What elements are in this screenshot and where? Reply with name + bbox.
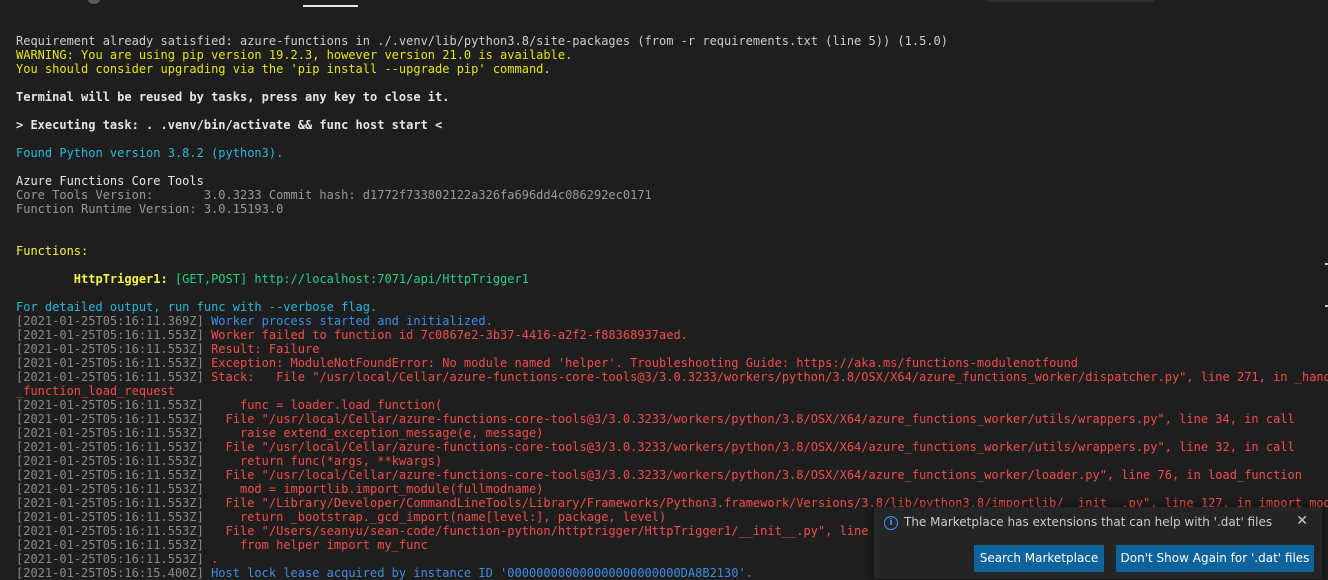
log-message: File "/usr/local/Cellar/azure-functions-…: [203, 412, 1295, 426]
log-line: [2021-01-25T05:16:11.553Z] Worker failed…: [16, 328, 1326, 342]
log-message: Result: Failure: [203, 342, 320, 356]
log-timestamp: [2021-01-25T05:16:11.553Z]: [16, 552, 204, 566]
log-timestamp: [2021-01-25T05:16:11.553Z]: [16, 510, 204, 524]
log-line: [2021-01-25T05:16:11.553Z] Stack: File "…: [16, 370, 1328, 384]
log-line: [2021-01-25T05:16:11.553Z] File "/usr/lo…: [16, 440, 1326, 454]
log-line: [2021-01-25T05:16:11.553Z] Result: Failu…: [16, 342, 1326, 356]
log-message: Stack: File "/usr/local/Cellar/azure-fun…: [203, 370, 1328, 384]
log-message: Host lock lease acquired by instance ID …: [203, 566, 753, 580]
terminal-line: Requirement already satisfied: azure-fun…: [16, 34, 948, 48]
log-line: [2021-01-25T05:16:11.369Z] Worker proces…: [16, 314, 1326, 328]
log-timestamp: [2021-01-25T05:16:11.553Z]: [16, 538, 204, 552]
log-message: _function_load_request: [16, 384, 175, 398]
search-marketplace-button[interactable]: Search Marketplace: [974, 545, 1104, 572]
log-timestamp: [2021-01-25T05:16:11.553Z]: [16, 342, 204, 356]
dont-show-again-button[interactable]: Don't Show Again for '.dat' files: [1116, 545, 1314, 572]
log-timestamp: [2021-01-25T05:16:11.553Z]: [16, 356, 204, 370]
log-message: raise extend_exception_message(e, messag…: [203, 426, 544, 440]
log-timestamp: [2021-01-25T05:16:11.553Z]: [16, 412, 204, 426]
log-timestamp: [2021-01-25T05:16:11.553Z]: [16, 328, 204, 342]
log-message: return func(*args, **kwargs): [203, 454, 443, 468]
close-icon[interactable]: ✕: [1296, 513, 1308, 529]
log-timestamp: [2021-01-25T05:16:11.553Z]: [16, 398, 204, 412]
log-message: func = loader.load_function(: [203, 398, 443, 412]
log-message: return _bootstrap._gcd_import(name[level…: [203, 510, 667, 524]
terminal-output[interactable]: Requirement already satisfied: azure-fun…: [16, 34, 1328, 580]
log-line: [2021-01-25T05:16:11.553Z] func = loader…: [16, 398, 1326, 412]
log-message: Worker failed to function id 7c0867e2-3b…: [203, 328, 688, 342]
tab-close-dot[interactable]: [88, 0, 100, 4]
log-message: mod = importlib.import_module(fullmodnam…: [203, 482, 544, 496]
terminal-selector[interactable]: [987, 0, 1155, 2]
log-timestamp: [2021-01-25T05:16:15.400Z]: [16, 566, 204, 580]
log-message: from helper import my_func: [203, 538, 428, 552]
log-line: _function_load_request: [16, 384, 1326, 398]
log-message: Worker process started and initialized.: [203, 314, 493, 328]
log-timestamp: [2021-01-25T05:16:11.553Z]: [16, 426, 204, 440]
terminal-line: Function Runtime Version: 3.0.15193.0: [16, 202, 284, 216]
terminal-line: Functions:: [16, 244, 89, 258]
notification-message: The Marketplace has extensions that can …: [904, 515, 1273, 529]
terminal-line: For detailed output, run func with --ver…: [16, 300, 378, 314]
log-timestamp: [2021-01-25T05:16:11.553Z]: [16, 370, 204, 384]
log-timestamp: [2021-01-25T05:16:11.553Z]: [16, 496, 204, 510]
terminal-line: HttpTrigger1: [GET,POST] http://localhos…: [16, 272, 1326, 286]
info-icon: i: [884, 516, 898, 530]
log-line: [2021-01-25T05:16:11.553Z] Exception: Mo…: [16, 356, 1326, 370]
function-url-link[interactable]: http://localhost:7071/api/HttpTrigger1: [254, 272, 529, 286]
log-timestamp: [2021-01-25T05:16:11.553Z]: [16, 468, 204, 482]
log-line: [2021-01-25T05:16:11.553Z] raise extend_…: [16, 426, 1326, 440]
terminal-line: Azure Functions Core Tools: [16, 174, 204, 188]
log-message: Exception: ModuleNotFoundError: No modul…: [203, 356, 1079, 370]
log-line: [2021-01-25T05:16:11.553Z] File "/usr/lo…: [16, 468, 1326, 482]
log-message: File "/usr/local/Cellar/azure-functions-…: [203, 468, 1302, 482]
terminal-line: WARNING: You are using pip version 19.2.…: [16, 48, 573, 62]
log-line: [2021-01-25T05:16:11.553Z] File "/usr/lo…: [16, 412, 1326, 426]
terminal-line: Core Tools Version: 3.0.3233 Commit hash…: [16, 188, 652, 202]
function-methods: [GET,POST]: [167, 272, 255, 286]
log-message: File "/usr/local/Cellar/azure-functions-…: [203, 440, 1295, 454]
terminal-line: Found Python version 3.8.2 (python3).: [16, 146, 284, 160]
terminal-line: > Executing task: . .venv/bin/activate &…: [16, 118, 443, 132]
log-timestamp: [2021-01-25T05:16:11.553Z]: [16, 524, 204, 538]
log-line: [2021-01-25T05:16:11.553Z] return func(*…: [16, 454, 1326, 468]
terminal-line: You should consider upgrading via the 'p…: [16, 62, 551, 76]
function-name: HttpTrigger1:: [73, 272, 168, 286]
log-timestamp: [2021-01-25T05:16:11.553Z]: [16, 482, 204, 496]
terminal-line: Terminal will be reused by tasks, press …: [16, 90, 450, 104]
log-timestamp: [2021-01-25T05:16:11.369Z]: [16, 314, 204, 328]
log-message: File "/Users/seanyu/sean-code/function-p…: [203, 524, 898, 538]
log-message: .: [203, 552, 219, 566]
active-panel-tab-indicator: [303, 5, 358, 7]
marketplace-notification: i The Marketplace has extensions that ca…: [874, 507, 1322, 579]
editor-tab-bar: [0, 0, 1328, 8]
log-timestamp: [2021-01-25T05:16:11.553Z]: [16, 440, 204, 454]
log-line: [2021-01-25T05:16:11.553Z] mod = importl…: [16, 482, 1326, 496]
log-timestamp: [2021-01-25T05:16:11.553Z]: [16, 454, 204, 468]
